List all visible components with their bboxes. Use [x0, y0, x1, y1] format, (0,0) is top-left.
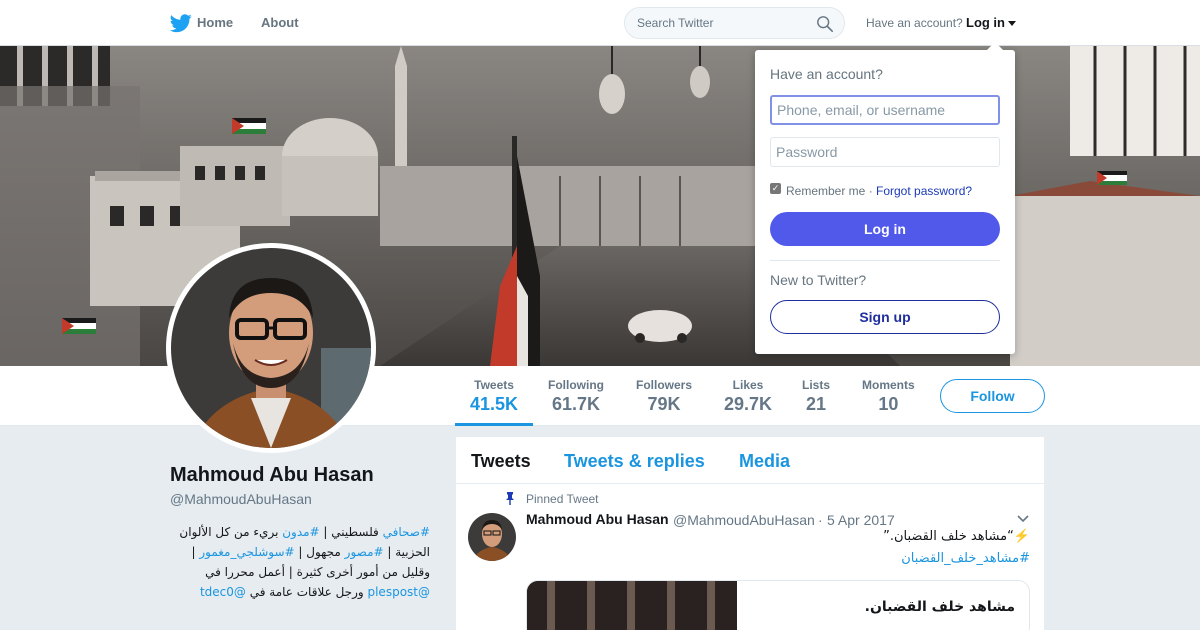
- nav-home-link[interactable]: Home: [197, 15, 233, 30]
- password-field[interactable]: [770, 137, 1000, 167]
- stat-likes[interactable]: Likes 29.7K: [724, 378, 772, 415]
- separator-dot: ·: [865, 184, 873, 198]
- search-input[interactable]: Search Twitter: [624, 7, 845, 39]
- search-icon[interactable]: [816, 15, 834, 33]
- have-account-text: Have an account?: [866, 16, 963, 30]
- twitter-bird-icon[interactable]: [170, 12, 192, 34]
- tweet-avatar[interactable]: [468, 513, 516, 561]
- login-dropdown-toggle[interactable]: Log in: [966, 15, 1005, 30]
- stat-moments[interactable]: Moments 10: [862, 378, 915, 415]
- bio-hashtag[interactable]: #سوشلجي_مغمور: [199, 545, 294, 559]
- remember-me-checkbox[interactable]: ✓: [770, 183, 781, 194]
- avatar-image: [171, 248, 371, 448]
- stat-tweets[interactable]: Tweets 41.5K: [470, 378, 518, 415]
- card-title: مشاهد خلف القضبان.: [864, 599, 1015, 615]
- stat-value: 79K: [647, 394, 681, 414]
- follow-button[interactable]: Follow: [940, 379, 1045, 413]
- login-dropdown: Have an account? ✓ Remember me · Forgot …: [755, 42, 1015, 354]
- top-nav: Home About Search Twitter Have an accoun…: [0, 0, 1200, 46]
- stat-value: 10: [878, 394, 899, 414]
- avatar[interactable]: [166, 243, 376, 453]
- forgot-password-link[interactable]: Forgot password?: [876, 184, 972, 198]
- timeline-tabs: Tweets Tweets & replies Media: [456, 437, 1044, 484]
- nav-about-link[interactable]: About: [261, 15, 299, 30]
- bio-mention[interactable]: @plespost: [367, 585, 430, 599]
- card-image: [527, 581, 737, 630]
- stat-following[interactable]: Following 61.7K: [548, 378, 604, 415]
- stat-label: Moments: [862, 378, 915, 392]
- divider: [770, 260, 1000, 261]
- new-to-twitter-text: New to Twitter?: [770, 272, 867, 288]
- tab-tweets[interactable]: Tweets: [471, 451, 531, 472]
- stat-label: Following: [548, 378, 604, 392]
- pinned-tweet-label: Pinned Tweet: [526, 492, 599, 506]
- dropdown-title: Have an account?: [770, 66, 883, 82]
- caret-down-icon[interactable]: [1008, 21, 1016, 26]
- remember-text: Remember me: [786, 184, 866, 198]
- bio-text: مجهول |: [294, 545, 345, 559]
- stat-value: 21: [805, 394, 827, 414]
- tweet-author-name[interactable]: Mahmoud Abu Hasan: [526, 511, 669, 527]
- tab-tweets-replies[interactable]: Tweets & replies: [564, 451, 705, 472]
- stat-value: 61.7K: [551, 394, 601, 414]
- remember-me-label: Remember me ·: [786, 184, 873, 198]
- login-button[interactable]: Log in: [770, 212, 1000, 246]
- chevron-down-icon[interactable]: [1017, 515, 1029, 523]
- tweet-text: ⚡️“مشاهد خلف القضبان.”: [883, 529, 1030, 544]
- stat-label: Tweets: [474, 378, 514, 392]
- stat-lists[interactable]: Lists 21: [802, 378, 830, 415]
- signup-button[interactable]: Sign up: [770, 300, 1000, 334]
- tweet-link-card[interactable]: مشاهد خلف القضبان.: [526, 580, 1030, 630]
- bio-mention[interactable]: @tdec0: [200, 585, 246, 599]
- bio-hashtag[interactable]: #صحافي: [383, 525, 430, 539]
- stat-value: 29.7K: [724, 394, 773, 414]
- dropdown-arrow: [987, 42, 1003, 50]
- stat-label: Followers: [636, 378, 693, 392]
- profile-bio: #صحافي فلسطيني | #مدون بريء من كل الألوا…: [170, 522, 430, 602]
- tweet-separator: ·: [818, 512, 823, 528]
- active-tab-indicator: [455, 423, 533, 426]
- pin-icon: [506, 492, 514, 505]
- stat-label: Likes: [732, 378, 764, 392]
- bio-text: فلسطيني |: [319, 525, 383, 539]
- timeline: Tweets Tweets & replies Media Pinned Twe…: [456, 437, 1044, 630]
- tweet-author-handle[interactable]: @MahmoudAbuHasan: [673, 512, 815, 528]
- tweet-hashtag[interactable]: #مشاهد_خلف_القضبان: [901, 551, 1030, 566]
- tweet-date[interactable]: 5 Apr 2017: [827, 512, 895, 528]
- username-field[interactable]: [770, 95, 1000, 125]
- bio-hashtag[interactable]: #مصور: [345, 545, 384, 559]
- profile-name[interactable]: Mahmoud Abu Hasan: [170, 464, 374, 487]
- tab-media[interactable]: Media: [739, 451, 790, 472]
- bio-hashtag[interactable]: #مدون: [282, 525, 319, 539]
- profile-handle[interactable]: @MahmoudAbuHasan: [170, 491, 312, 507]
- stat-followers[interactable]: Followers 79K: [636, 378, 692, 415]
- search-placeholder: Search Twitter: [637, 16, 714, 30]
- stat-value: 41.5K: [470, 394, 519, 414]
- bio-text: ورجل علاقات عامة في: [245, 585, 368, 599]
- stat-label: Lists: [802, 378, 831, 392]
